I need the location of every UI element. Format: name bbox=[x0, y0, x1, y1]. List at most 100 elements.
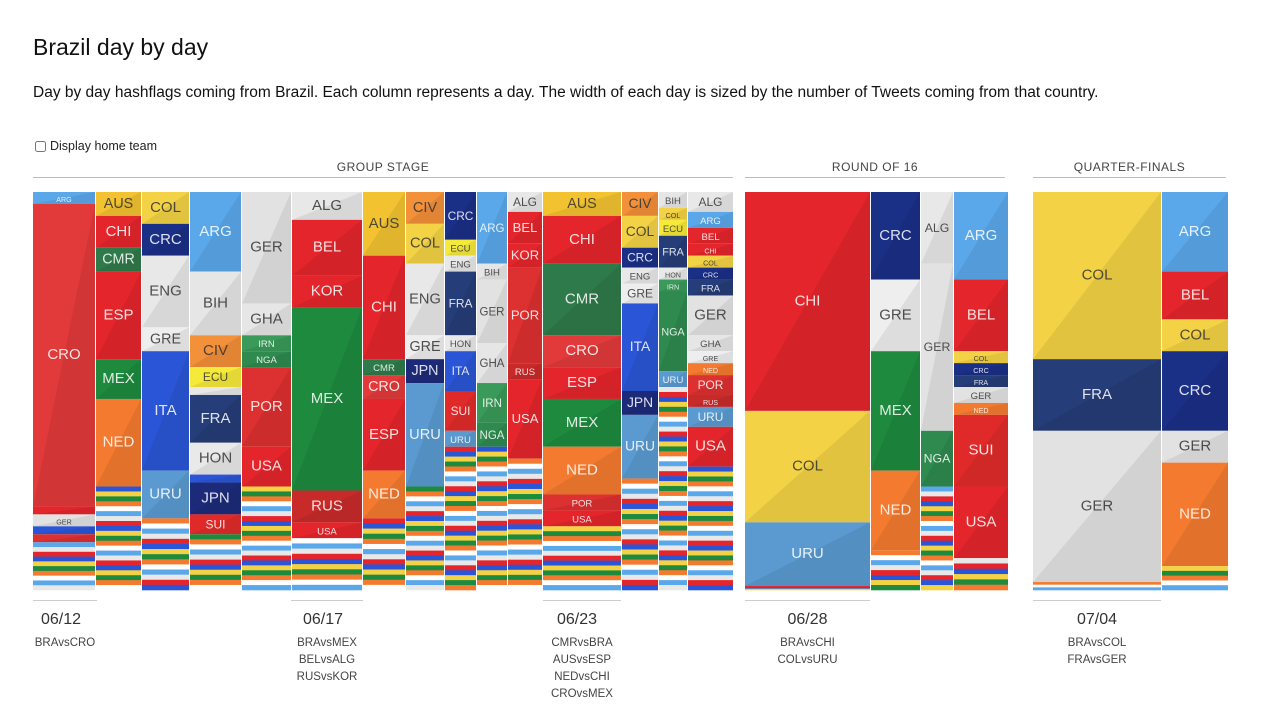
chart-segment-minor bbox=[871, 585, 920, 591]
match-label: CMRvsBRA bbox=[551, 637, 613, 649]
chart-segment-minor bbox=[242, 511, 291, 517]
chart-segment-label: GRE bbox=[703, 355, 719, 363]
chart-segment-minor bbox=[543, 585, 621, 591]
chart-segment-label: FRA bbox=[449, 296, 473, 310]
chart-segment-label: POR bbox=[250, 398, 283, 415]
chart-segment-minor bbox=[96, 580, 141, 586]
chart-segment-minor bbox=[508, 473, 542, 480]
chart-segment-minor bbox=[688, 535, 733, 541]
chart-segment-minor bbox=[292, 579, 362, 586]
chart-segment-label: BEL bbox=[967, 306, 995, 323]
chart-segment-label: BEL bbox=[701, 232, 719, 243]
chart-segment-minor bbox=[921, 521, 953, 527]
chart-segment-label: GHA bbox=[250, 310, 283, 327]
chart-segment-minor bbox=[508, 514, 542, 520]
date-block: 07/04 BRAvsCOL FRAvsGER bbox=[1033, 600, 1161, 669]
chart-segment-minor bbox=[406, 516, 444, 522]
chart-segment-minor bbox=[622, 539, 658, 545]
chart-segment-minor bbox=[688, 486, 733, 492]
chart-segment-label: CRC bbox=[879, 227, 912, 244]
chart-segment-label: KOR bbox=[311, 283, 344, 300]
chart-segment-label: NED bbox=[368, 485, 400, 502]
chart-segment-label: ARG bbox=[1179, 223, 1212, 240]
chart-segment-minor bbox=[477, 491, 507, 497]
chart-segment-minor bbox=[477, 570, 507, 576]
chart-segment-label: RUS bbox=[703, 399, 718, 407]
chart-segment-minor bbox=[622, 534, 658, 540]
chart-segment-label: BEL bbox=[1181, 286, 1209, 303]
chart-segment-label: GER bbox=[971, 391, 992, 402]
chart-segment-minor bbox=[688, 476, 733, 482]
chart-segment-minor bbox=[242, 555, 291, 561]
chart-segment-minor bbox=[688, 530, 733, 537]
chart-segment-minor bbox=[688, 570, 733, 576]
chart-segment-minor bbox=[477, 471, 507, 477]
chart-segment-minor bbox=[508, 509, 542, 515]
chart-segment-minor bbox=[33, 580, 95, 586]
chart-segment-minor bbox=[477, 461, 507, 467]
chart-segment-minor bbox=[954, 568, 1008, 575]
chart-segment-minor bbox=[659, 525, 687, 531]
match-label: AUSvsESP bbox=[552, 654, 612, 666]
chart-segment-minor bbox=[954, 558, 1008, 564]
chart-segment-minor bbox=[406, 555, 444, 561]
chart-segment-minor bbox=[659, 456, 687, 462]
chart-segment-label: COL bbox=[792, 458, 823, 475]
match-label: BRAvsCOL bbox=[1067, 637, 1127, 649]
chart-segment-minor bbox=[445, 486, 476, 492]
match-label: CROvsMEX bbox=[551, 688, 613, 700]
chart-segment-minor bbox=[33, 566, 95, 572]
chart-segment-minor bbox=[688, 565, 733, 571]
chart-segment-minor bbox=[622, 554, 658, 560]
chart-segment-minor bbox=[659, 401, 687, 408]
chart-segment-minor bbox=[406, 535, 444, 542]
chart-segment-label: SUI bbox=[968, 442, 993, 459]
chart-segment-minor bbox=[543, 526, 621, 532]
chart-segment-minor bbox=[96, 506, 141, 512]
chart-segment-minor bbox=[659, 535, 687, 541]
chart-segment-minor bbox=[1162, 585, 1228, 591]
chart-segment-label: BIH bbox=[484, 268, 500, 279]
chart-segment-minor bbox=[477, 446, 507, 452]
chart-segment-label: CRO bbox=[565, 342, 598, 359]
chart-segment-minor bbox=[659, 520, 687, 526]
chart-segment-minor bbox=[688, 501, 733, 507]
chart-segment-minor bbox=[445, 565, 476, 571]
chart-segment-minor bbox=[406, 501, 444, 507]
chart-segment-minor bbox=[659, 500, 687, 507]
chart-segment-minor bbox=[659, 451, 687, 457]
chart-segment-label: MEX bbox=[311, 390, 344, 407]
chart-segment-minor bbox=[1033, 587, 1161, 591]
chart-segment-label: ENG bbox=[450, 260, 471, 271]
chart-segment-minor bbox=[543, 541, 621, 547]
chart-segment-minor bbox=[921, 585, 953, 591]
chart-segment-minor bbox=[445, 580, 476, 586]
chart-segment-minor bbox=[659, 565, 687, 571]
chart-segment-minor bbox=[406, 486, 444, 492]
chart-segment-minor bbox=[292, 574, 362, 580]
chart-segment-minor bbox=[142, 569, 189, 575]
chart-segment-minor bbox=[190, 544, 241, 550]
chart-segment-minor bbox=[96, 491, 141, 497]
chart-segment-minor bbox=[477, 515, 507, 522]
chart-segment-minor bbox=[190, 539, 241, 545]
chart-segment-minor bbox=[445, 560, 476, 566]
chart-segment-minor bbox=[142, 533, 189, 540]
chart-segment-minor bbox=[688, 585, 733, 591]
chart-segment-label: RUS bbox=[311, 497, 343, 514]
chart-segment-minor bbox=[142, 528, 189, 535]
chart-segment-label: USA bbox=[572, 514, 592, 525]
chart-segment-minor bbox=[921, 535, 953, 542]
chart-segment-minor bbox=[688, 560, 733, 566]
chart-segment-label: ESP bbox=[103, 306, 133, 323]
chart-segment-label: NED bbox=[566, 462, 598, 479]
chart-segment-minor bbox=[96, 540, 141, 546]
chart-segment-label: GER bbox=[694, 306, 727, 323]
chart-segment-label: ENG bbox=[409, 291, 441, 307]
chart-segment-minor bbox=[622, 493, 658, 500]
chart-segment-minor bbox=[477, 481, 507, 487]
chart-segment-label: POR bbox=[572, 498, 593, 509]
chart-segment-minor bbox=[508, 499, 542, 505]
chart-segment-minor bbox=[508, 564, 542, 571]
chart-segment-minor bbox=[954, 579, 1008, 585]
